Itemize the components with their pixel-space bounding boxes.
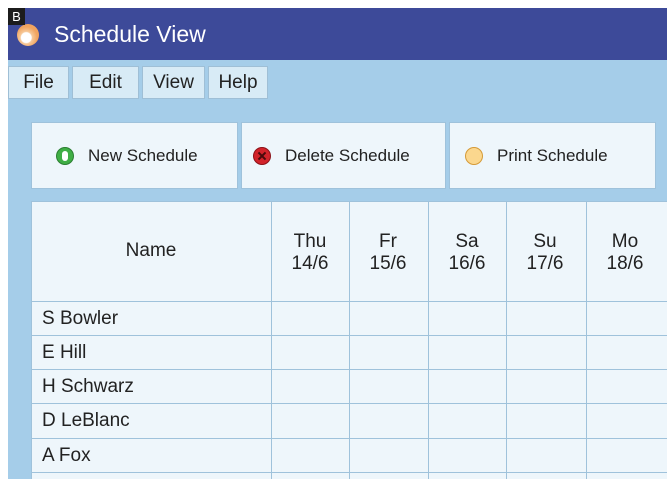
row-divider [31,438,667,439]
column-header-sa[interactable]: Sa 16/6 [428,231,506,275]
app-logo-icon [17,24,39,46]
new-schedule-icon [56,147,74,165]
employee-name[interactable]: A Fox [42,439,91,472]
schedule-table: Name Thu 14/6 Fr 15/6 Sa 16/6 Su 17/6 Mo… [31,201,667,479]
day-name: Fr [379,231,397,252]
column-header-fr[interactable]: Fr 15/6 [349,231,427,275]
menu-file[interactable]: File [8,66,69,99]
menu-view[interactable]: View [142,66,205,99]
title-bar: Schedule View [8,8,667,60]
day-date: 15/6 [369,253,407,274]
delete-schedule-button[interactable]: Delete Schedule [241,122,446,189]
print-icon [465,147,483,165]
day-date: 17/6 [526,253,564,274]
column-header-name[interactable]: Name [32,202,270,300]
new-schedule-label: New Schedule [88,146,198,165]
row-divider [31,472,667,473]
day-name: Su [533,231,557,252]
row-divider [31,335,667,336]
employee-name[interactable]: D LeBlanc [42,404,130,437]
row-divider [31,301,667,302]
employee-name[interactable]: H Schwarz [42,370,134,403]
print-schedule-button[interactable]: Print Schedule [449,122,656,189]
figure-label-badge: B [8,8,25,25]
schedule-window: Schedule View File Edit View Help New Sc… [8,8,667,479]
delete-schedule-label: Delete Schedule [285,146,410,165]
day-name: Sa [455,231,479,252]
menu-bar: File Edit View Help [8,60,667,106]
column-header-mo[interactable]: Mo 18/6 [586,231,664,275]
window-title: Schedule View [54,21,206,47]
print-schedule-label: Print Schedule [497,146,608,165]
day-date: 18/6 [606,253,644,274]
delete-icon [253,147,271,165]
column-header-su[interactable]: Su 17/6 [506,231,584,275]
day-name: Mo [611,231,639,252]
employee-name[interactable]: E Hill [42,336,86,369]
day-name: Thu [293,231,327,252]
menu-help[interactable]: Help [208,66,268,99]
menu-edit[interactable]: Edit [72,66,139,99]
day-date: 14/6 [291,253,329,274]
column-header-thu[interactable]: Thu 14/6 [271,231,349,275]
day-date: 16/6 [448,253,486,274]
employee-name[interactable]: S Bowler [42,302,118,335]
new-schedule-button[interactable]: New Schedule [31,122,238,189]
